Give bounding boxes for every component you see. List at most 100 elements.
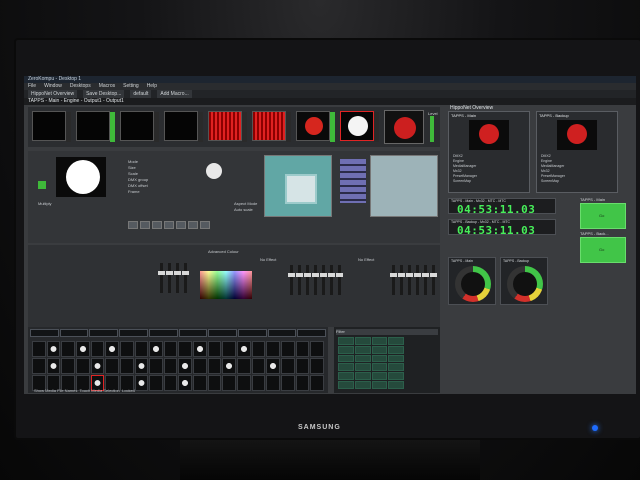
touch-selection-checkbox[interactable]: Touch Media Selection <box>80 388 120 393</box>
layer-thumb[interactable] <box>32 111 71 142</box>
fader[interactable] <box>296 265 303 295</box>
media-cell[interactable] <box>163 358 178 374</box>
media-cell[interactable] <box>310 341 324 357</box>
fader[interactable] <box>390 265 397 295</box>
preset-cell[interactable] <box>388 337 404 345</box>
media-cell[interactable] <box>310 358 324 374</box>
media-cell[interactable] <box>119 358 134 374</box>
preset-cell[interactable] <box>354 337 371 345</box>
media-cell[interactable] <box>75 341 90 357</box>
go-button-backup[interactable]: Go <box>580 237 626 263</box>
bank-tab[interactable] <box>267 329 297 337</box>
locked-checkbox[interactable]: Locked <box>122 388 135 393</box>
media-cell[interactable] <box>266 358 281 374</box>
bank-tab[interactable] <box>89 329 119 337</box>
menu-window[interactable]: Window <box>44 83 62 90</box>
media-cell[interactable] <box>32 358 46 374</box>
fader[interactable] <box>312 265 319 295</box>
media-cell[interactable] <box>178 341 193 357</box>
fader[interactable] <box>328 265 335 295</box>
fader[interactable] <box>182 263 189 293</box>
media-cell[interactable] <box>266 375 281 391</box>
blend-mode-select[interactable]: Multiply <box>38 201 52 206</box>
menu-desktops[interactable]: Desktops <box>70 83 91 90</box>
node-main[interactable]: TAPPS - Main DMX2 Engine MediaManager Mx… <box>448 111 530 193</box>
show-names-checkbox[interactable]: Show Media File Names <box>34 388 77 393</box>
media-cell[interactable] <box>251 375 266 391</box>
menu-help[interactable]: Help <box>147 83 157 90</box>
transport-button[interactable] <box>140 221 150 229</box>
bank-tab[interactable] <box>237 329 267 337</box>
fader[interactable] <box>288 265 295 295</box>
media-cell[interactable] <box>134 341 149 357</box>
media-cell[interactable] <box>222 375 237 391</box>
preset-cell[interactable] <box>388 381 404 389</box>
fader[interactable] <box>430 265 437 295</box>
preset-cell[interactable] <box>388 363 404 372</box>
media-cell[interactable] <box>193 358 207 374</box>
preset-cell[interactable] <box>354 381 371 389</box>
media-cell[interactable] <box>105 358 119 374</box>
media-cell[interactable] <box>163 375 178 391</box>
preset-cell[interactable] <box>371 381 388 389</box>
preset-cell[interactable] <box>354 363 371 372</box>
layer-thumb[interactable] <box>208 111 247 142</box>
save-desktop-button[interactable]: Save Desktop... <box>83 90 125 98</box>
media-cell[interactable] <box>281 375 295 391</box>
preset-cell[interactable] <box>354 372 371 381</box>
media-cell[interactable] <box>61 358 75 374</box>
media-cell[interactable] <box>149 341 163 357</box>
media-cell[interactable] <box>193 341 207 357</box>
menu-file[interactable]: File <box>28 83 36 90</box>
preset-cell[interactable] <box>371 345 388 354</box>
media-cell[interactable] <box>193 375 207 391</box>
media-cell[interactable] <box>149 375 163 391</box>
media-cell[interactable] <box>251 358 266 374</box>
preset-cell[interactable] <box>338 337 354 345</box>
preset-cell[interactable] <box>388 354 404 363</box>
media-cell[interactable] <box>295 341 310 357</box>
transport-button[interactable] <box>128 221 138 229</box>
media-cell[interactable] <box>222 341 237 357</box>
fader[interactable] <box>320 265 327 295</box>
layer-thumb[interactable] <box>76 111 115 142</box>
media-cell[interactable] <box>163 341 178 357</box>
layer-thumb[interactable] <box>252 111 291 142</box>
fader[interactable] <box>158 263 165 293</box>
media-cell[interactable] <box>222 358 237 374</box>
media-cell[interactable] <box>251 341 266 357</box>
desktop-select[interactable]: default <box>130 90 152 98</box>
mapping-preview[interactable] <box>370 155 438 217</box>
preset-cell[interactable] <box>338 363 354 372</box>
transport-button[interactable] <box>176 221 186 229</box>
preset-cell[interactable] <box>354 354 371 363</box>
preset-cell[interactable] <box>388 345 404 354</box>
media-cell[interactable] <box>134 358 149 374</box>
menu-macros[interactable]: Macros <box>99 83 115 90</box>
media-cell[interactable] <box>149 358 163 374</box>
media-cell[interactable] <box>237 375 251 391</box>
add-macro-button[interactable]: Add Macro... <box>157 90 192 98</box>
preset-filter[interactable]: Filter <box>336 329 438 335</box>
media-cell[interactable] <box>266 341 281 357</box>
preset-cell[interactable] <box>388 372 404 381</box>
media-cell[interactable] <box>237 358 251 374</box>
preset-cell[interactable] <box>338 381 354 389</box>
menu-setting[interactable]: Setting <box>123 83 139 90</box>
preset-cell[interactable] <box>338 354 354 363</box>
media-cell[interactable] <box>207 375 222 391</box>
bank-tab[interactable] <box>119 329 148 337</box>
position-preview[interactable] <box>264 155 332 217</box>
node-backup[interactable]: TAPPS - Backup DMX2 Engine MediaManager … <box>536 111 618 193</box>
media-cell[interactable] <box>105 341 119 357</box>
media-cell[interactable] <box>32 341 46 357</box>
layer-enable-toggle[interactable] <box>38 181 46 189</box>
media-cell[interactable] <box>178 358 193 374</box>
preset-cell[interactable] <box>371 363 388 372</box>
media-cell[interactable] <box>90 358 105 374</box>
media-cell[interactable] <box>178 375 193 391</box>
fader[interactable] <box>398 265 405 295</box>
bank-tab[interactable] <box>297 329 327 337</box>
media-cell[interactable] <box>46 341 61 357</box>
fx2-select[interactable]: No Effect <box>358 257 374 262</box>
